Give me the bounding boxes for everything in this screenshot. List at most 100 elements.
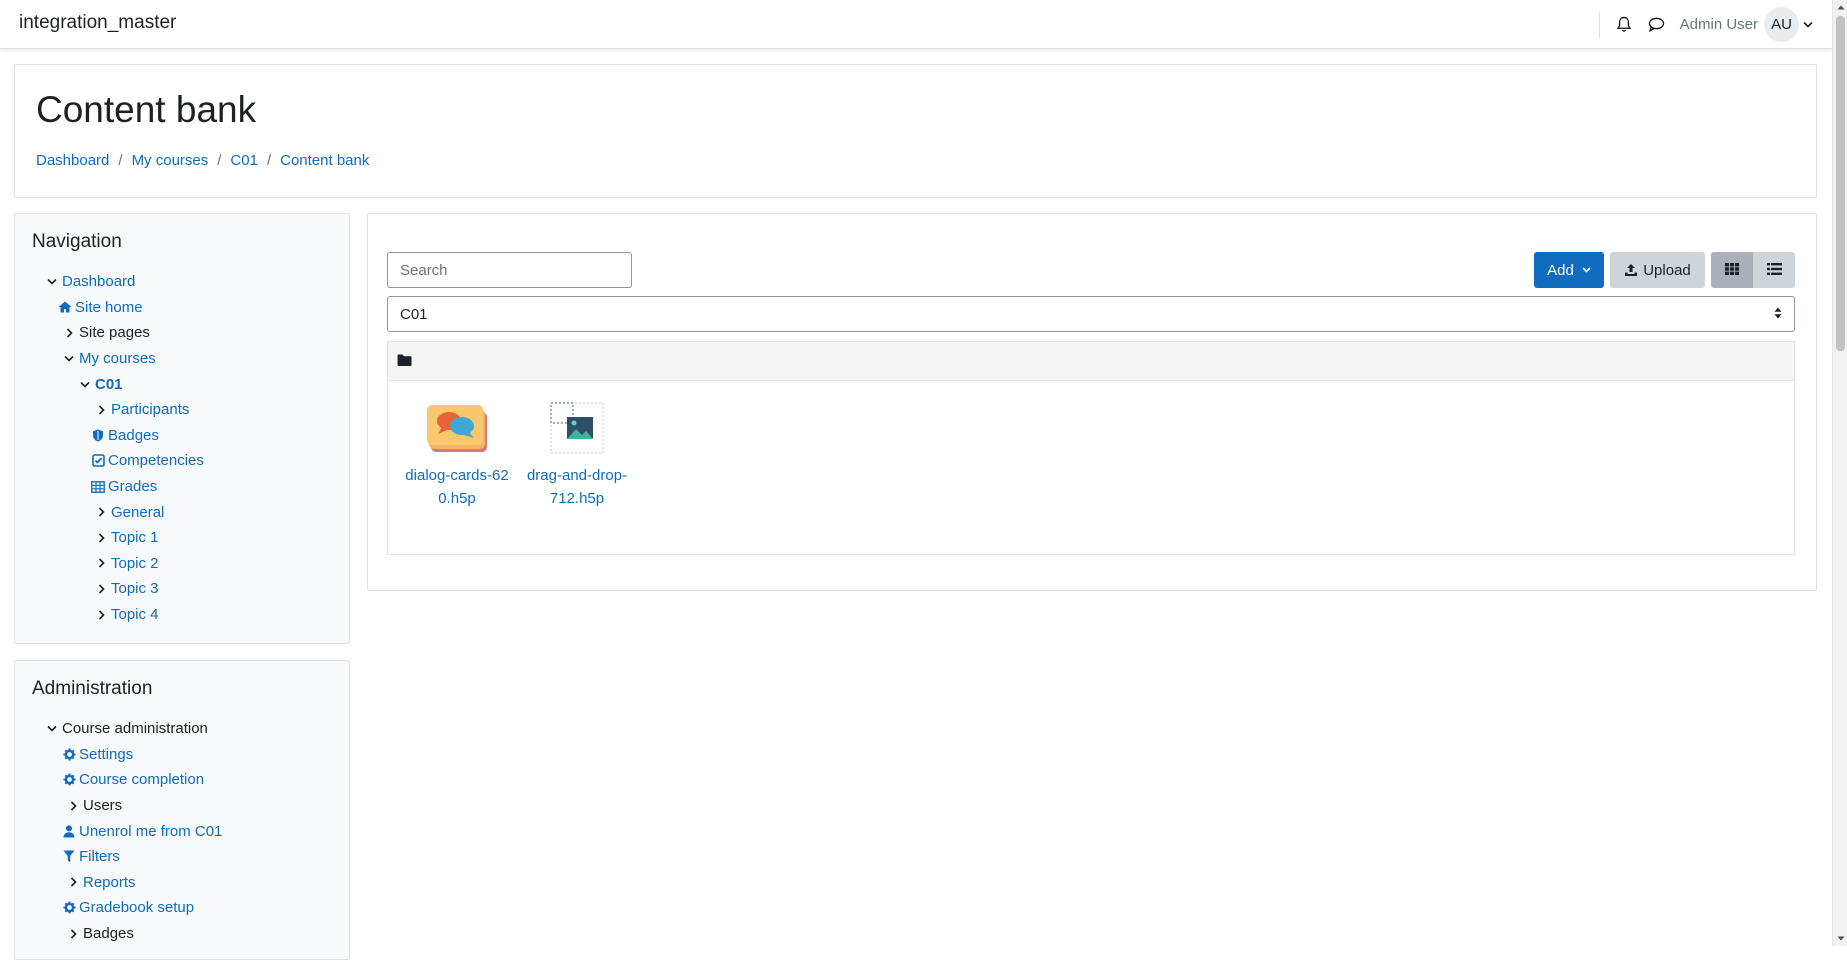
nav-item-label[interactable]: Grades <box>108 478 157 495</box>
scroll-up-arrow-icon[interactable] <box>1833 0 1847 15</box>
admin-item-label[interactable]: Settings <box>79 746 133 763</box>
chevron-right-icon <box>94 608 108 622</box>
search-input[interactable] <box>387 252 632 288</box>
avatar[interactable]: AU <box>1764 7 1799 42</box>
grid-icon <box>1725 262 1739 279</box>
admin-item-settings[interactable]: Settings <box>15 742 349 768</box>
gear-icon <box>62 747 76 761</box>
breadcrumb: Dashboard / My courses / C01 / Content b… <box>36 152 369 169</box>
bell-icon[interactable] <box>1614 15 1634 35</box>
admin-item-label[interactable]: Course completion <box>79 771 204 788</box>
navbar-divider <box>1598 11 1600 38</box>
chevron-right-icon <box>94 403 108 417</box>
nav-item-label[interactable]: My courses <box>79 350 156 367</box>
nav-item-my-courses[interactable]: My courses <box>15 346 349 372</box>
context-select[interactable]: C01 <box>387 296 1795 332</box>
home-icon <box>58 300 72 314</box>
site-name[interactable]: integration_master <box>19 12 176 34</box>
file-name[interactable]: dialog-cards-620.h5p <box>403 464 511 510</box>
nav-item-label[interactable]: Badges <box>108 427 159 444</box>
file-item[interactable]: dialog-cards-620.h5p <box>399 402 515 510</box>
admin-item-users[interactable]: Users <box>15 793 349 819</box>
breadcrumb-my-courses[interactable]: My courses <box>132 152 209 169</box>
nav-item-label[interactable]: Site home <box>75 299 143 316</box>
nav-item-grades[interactable]: Grades <box>15 474 349 500</box>
sort-arrows-icon <box>1774 306 1782 323</box>
nav-item-label[interactable]: Dashboard <box>62 273 135 290</box>
gear-icon <box>62 773 76 787</box>
nav-item-site-pages[interactable]: Site pages <box>15 320 349 346</box>
nav-item-label[interactable]: Topic 3 <box>111 580 159 597</box>
breadcrumb-dashboard[interactable]: Dashboard <box>36 152 109 169</box>
nav-item-participants[interactable]: Participants <box>15 397 349 423</box>
add-button[interactable]: Add <box>1534 252 1604 288</box>
nav-item-label[interactable]: General <box>111 504 164 521</box>
nav-item-topic-4[interactable]: Topic 4 <box>15 602 349 628</box>
vertical-scrollbar[interactable] <box>1832 0 1847 946</box>
breadcrumb-content-bank[interactable]: Content bank <box>280 152 369 169</box>
upload-button[interactable]: Upload <box>1610 252 1705 288</box>
admin-item-badges[interactable]: Badges <box>15 921 349 947</box>
chevron-right-icon <box>94 556 108 570</box>
filter-icon <box>62 850 76 864</box>
folder-icon[interactable] <box>397 353 412 370</box>
nav-item-badges[interactable]: Badges <box>15 423 349 449</box>
admin-item-label[interactable]: Users <box>83 797 122 814</box>
administration-block: Administration Course administration Set… <box>14 660 350 960</box>
user-name[interactable]: Admin User <box>1680 16 1758 33</box>
breadcrumb-separator: / <box>118 152 123 169</box>
nav-item-topic-1[interactable]: Topic 1 <box>15 525 349 551</box>
nav-item-site-home[interactable]: Site home <box>15 295 349 321</box>
breadcrumb-c01[interactable]: C01 <box>230 152 258 169</box>
chevron-down-icon[interactable] <box>1803 21 1813 28</box>
nav-item-label[interactable]: Topic 2 <box>111 555 159 572</box>
list-icon <box>1766 262 1782 279</box>
admin-item-course-administration[interactable]: Course administration <box>15 716 349 742</box>
chevron-right-icon <box>66 927 80 941</box>
navigation-block: Navigation Dashboard Site home Site page… <box>14 213 350 644</box>
admin-item-label[interactable]: Course administration <box>62 720 208 737</box>
admin-item-label[interactable]: Gradebook setup <box>79 899 194 916</box>
admin-item-unenrol[interactable]: Unenrol me from C01 <box>15 818 349 844</box>
grid-view-button[interactable] <box>1711 252 1753 288</box>
nav-item-label[interactable]: Participants <box>111 401 189 418</box>
content-bank-panel: Add Upload C01 dialog-card <box>367 213 1817 591</box>
context-select-value: C01 <box>400 305 428 323</box>
page-header: Content bank Dashboard / My courses / C0… <box>14 64 1817 198</box>
nav-item-c01[interactable]: C01 <box>15 371 349 397</box>
administration-tree: Course administration Settings Course co… <box>15 716 349 946</box>
chevron-right-icon <box>94 582 108 596</box>
page-title: Content bank <box>36 89 257 130</box>
list-view-button[interactable] <box>1753 252 1795 288</box>
nav-item-dashboard[interactable]: Dashboard <box>15 269 349 295</box>
nav-item-label[interactable]: Topic 4 <box>111 606 159 623</box>
chat-bubble-icon[interactable] <box>1647 15 1667 35</box>
nav-item-label[interactable]: Topic 1 <box>111 529 159 546</box>
admin-item-label[interactable]: Filters <box>79 848 120 865</box>
admin-item-label[interactable]: Badges <box>83 925 134 942</box>
nav-item-label[interactable]: C01 <box>95 376 123 393</box>
scroll-down-arrow-icon[interactable] <box>1833 931 1847 946</box>
breadcrumb-separator: / <box>266 152 272 169</box>
nav-item-label[interactable]: Site pages <box>79 324 150 341</box>
nav-item-topic-3[interactable]: Topic 3 <box>15 576 349 602</box>
scrollbar-thumb[interactable] <box>1836 16 1845 351</box>
chevron-right-icon <box>62 326 76 340</box>
dialog-cards-icon <box>427 405 487 452</box>
file-item[interactable]: drag-and-drop-712.h5p <box>519 402 635 510</box>
admin-item-reports[interactable]: Reports <box>15 870 349 896</box>
nav-item-general[interactable]: General <box>15 499 349 525</box>
upload-button-label: Upload <box>1643 261 1691 279</box>
admin-item-course-completion[interactable]: Course completion <box>15 767 349 793</box>
file-name[interactable]: drag-and-drop-712.h5p <box>523 464 631 510</box>
admin-item-label[interactable]: Reports <box>83 874 136 891</box>
navigation-block-title: Navigation <box>32 231 122 252</box>
admin-item-filters[interactable]: Filters <box>15 844 349 870</box>
admin-item-gradebook-setup[interactable]: Gradebook setup <box>15 895 349 921</box>
nav-item-label[interactable]: Competencies <box>108 452 204 469</box>
nav-item-topic-2[interactable]: Topic 2 <box>15 551 349 577</box>
navbar-right: Admin User AU <box>1598 0 1832 49</box>
admin-item-label[interactable]: Unenrol me from C01 <box>79 823 222 840</box>
chevron-right-icon <box>66 875 80 889</box>
nav-item-competencies[interactable]: Competencies <box>15 448 349 474</box>
